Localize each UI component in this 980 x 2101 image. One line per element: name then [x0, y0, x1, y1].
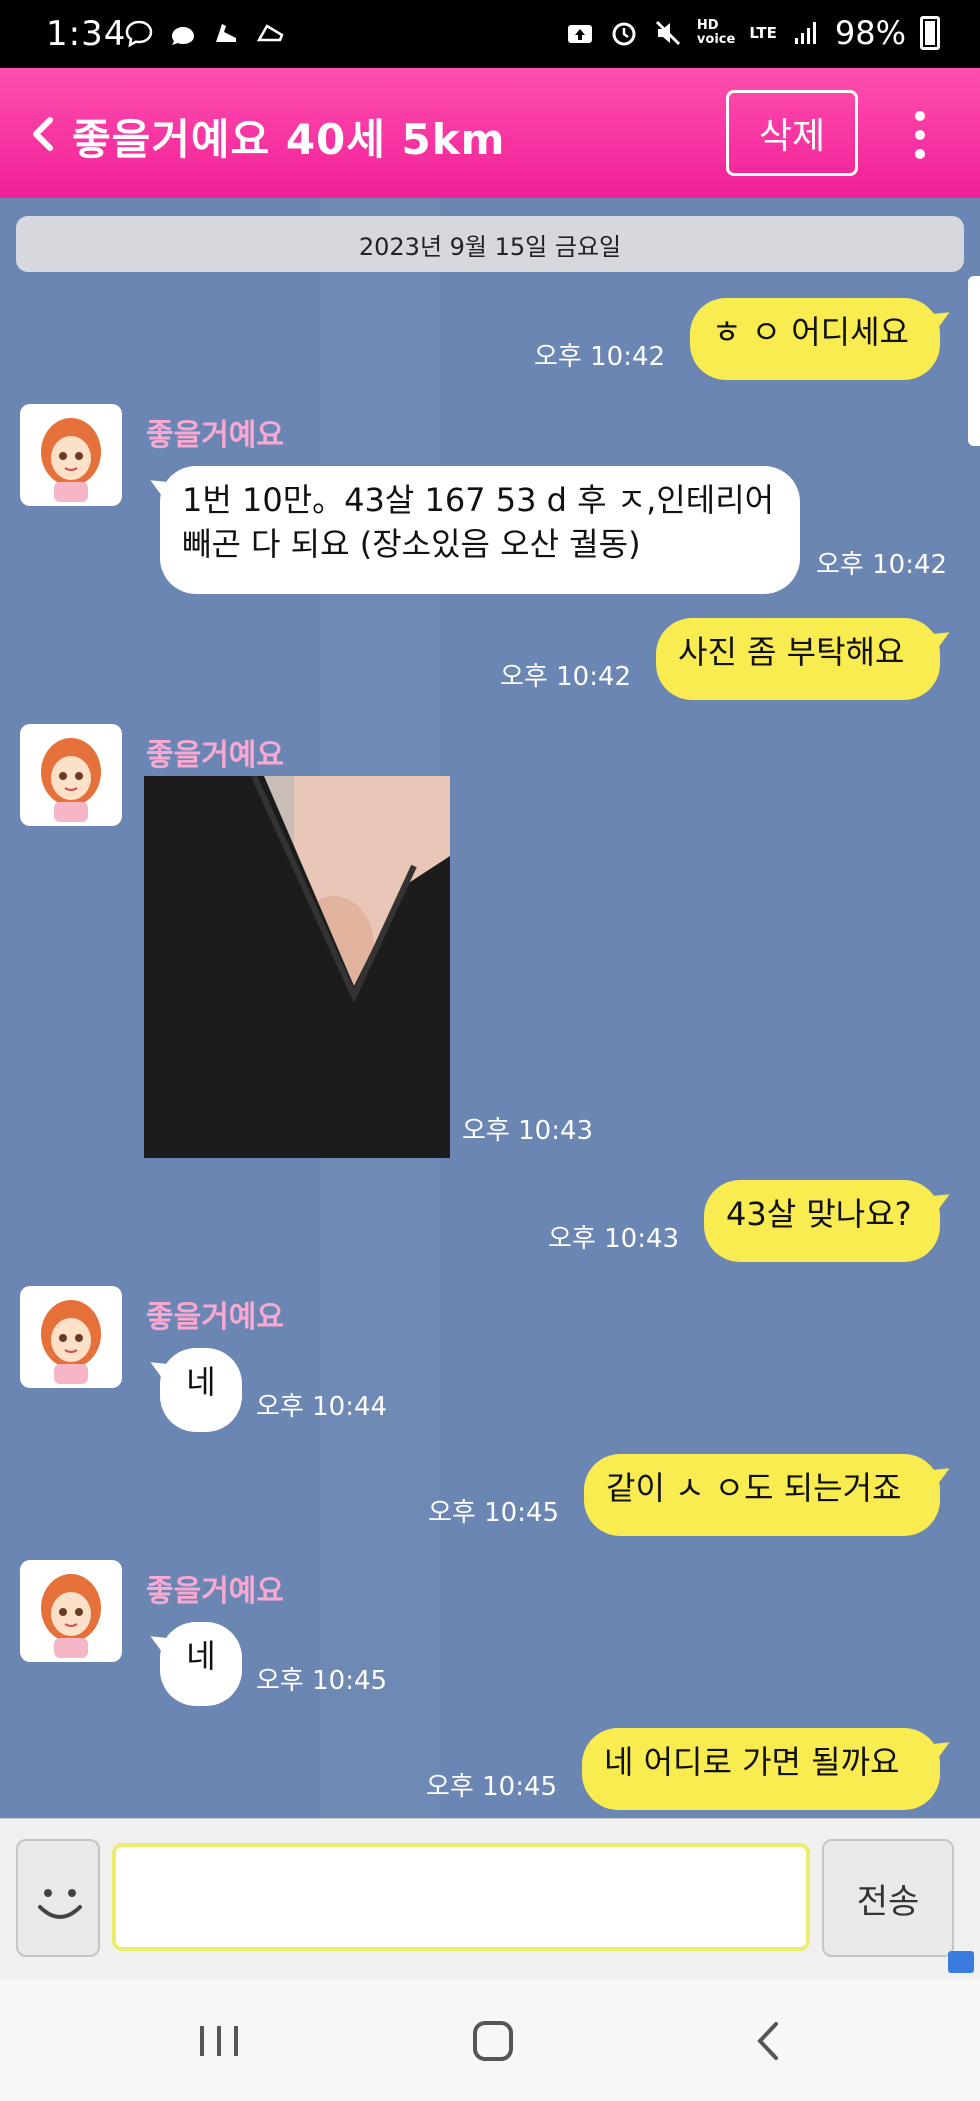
message-time: 오후 10:42 [816, 550, 948, 580]
message-time: 오후 10:43 [548, 1224, 680, 1254]
message-input-bar: 전송 [0, 1818, 980, 1980]
chevron-left-icon[interactable] [24, 114, 64, 154]
upload-icon [565, 18, 595, 48]
system-nav-bar [0, 1980, 980, 2101]
my-message-bubble[interactable]: 43살 맞나요? [704, 1180, 940, 1262]
back-nav-icon[interactable] [742, 2014, 796, 2068]
shoe-icon [212, 18, 242, 48]
battery-percent: 98% [834, 14, 906, 52]
avatar[interactable] [20, 404, 122, 506]
hd-voice-label: HD voice [696, 18, 736, 47]
cloud-chat-icon [168, 18, 198, 48]
message-time: 오후 10:43 [462, 1116, 594, 1146]
smiley-icon [38, 1889, 82, 1919]
recent-apps-icon[interactable] [192, 2014, 246, 2068]
their-message-bubble[interactable]: 1번 10만。43살 167 53 d 후 ㅈ,인테리어 빼곤 다 되요 (장소… [160, 466, 800, 594]
status-bar: 1:34 HD voice LTE 98% [0, 0, 980, 68]
their-message-bubble[interactable]: 네 [160, 1348, 242, 1432]
my-message-bubble[interactable]: 사진 좀 부탁해요 [656, 618, 940, 700]
message-input[interactable] [112, 1843, 810, 1951]
scrollbar[interactable] [968, 276, 980, 446]
send-button[interactable]: 전송 [822, 1839, 954, 1957]
lte-label: LTE [749, 24, 777, 42]
emoji-button[interactable] [16, 1839, 100, 1957]
message-time: 오후 10:45 [426, 1772, 558, 1802]
message-time: 오후 10:42 [500, 662, 632, 692]
message-time: 오후 10:45 [428, 1498, 560, 1528]
message-time: 오후 10:42 [534, 342, 666, 372]
my-message-bubble[interactable]: 같이 ㅅ ㅇ도 되는거죠 [584, 1454, 940, 1536]
home-icon[interactable] [466, 2014, 520, 2068]
sender-name: 좋을거예요 [146, 1574, 284, 1609]
chat-header: 좋을거예요 40세 5km 삭제 [0, 68, 980, 198]
avatar[interactable] [20, 1560, 122, 1662]
status-right: HD voice LTE 98% [565, 14, 940, 52]
sender-name: 좋을거예요 [146, 418, 284, 453]
sneaker-icon [256, 18, 286, 48]
notification-icons [124, 18, 286, 48]
their-message-bubble[interactable]: 네 [160, 1622, 242, 1706]
status-time: 1:34 [46, 14, 127, 54]
sender-name: 좋을거예요 [146, 1300, 284, 1335]
avatar[interactable] [20, 1286, 122, 1388]
chat-title: 좋을거예요 40세 5km [72, 115, 506, 164]
chat-area[interactable]: 2023년 9월 15일 금요일 ㅎ ㅇ 어디세요 오후 10:42 좋을거예요… [0, 198, 980, 1818]
signal-icon [791, 18, 821, 48]
battery-icon [920, 16, 940, 50]
vertical-dots-icon[interactable] [908, 108, 932, 162]
sender-name: 좋을거예요 [146, 738, 284, 773]
date-divider: 2023년 9월 15일 금요일 [16, 216, 964, 272]
shared-photo[interactable] [144, 776, 450, 1158]
lock-badge-icon [948, 1951, 974, 1973]
mute-icon [653, 18, 683, 48]
my-message-bubble[interactable]: ㅎ ㅇ 어디세요 [690, 298, 940, 380]
my-message-bubble[interactable]: 네 어디로 가면 될까요 [582, 1728, 940, 1810]
message-time: 오후 10:44 [256, 1392, 388, 1422]
chat-bubble-icon [124, 18, 154, 48]
message-time: 오후 10:45 [256, 1666, 388, 1696]
delete-button[interactable]: 삭제 [726, 90, 858, 176]
alarm-icon [609, 18, 639, 48]
avatar[interactable] [20, 724, 122, 826]
